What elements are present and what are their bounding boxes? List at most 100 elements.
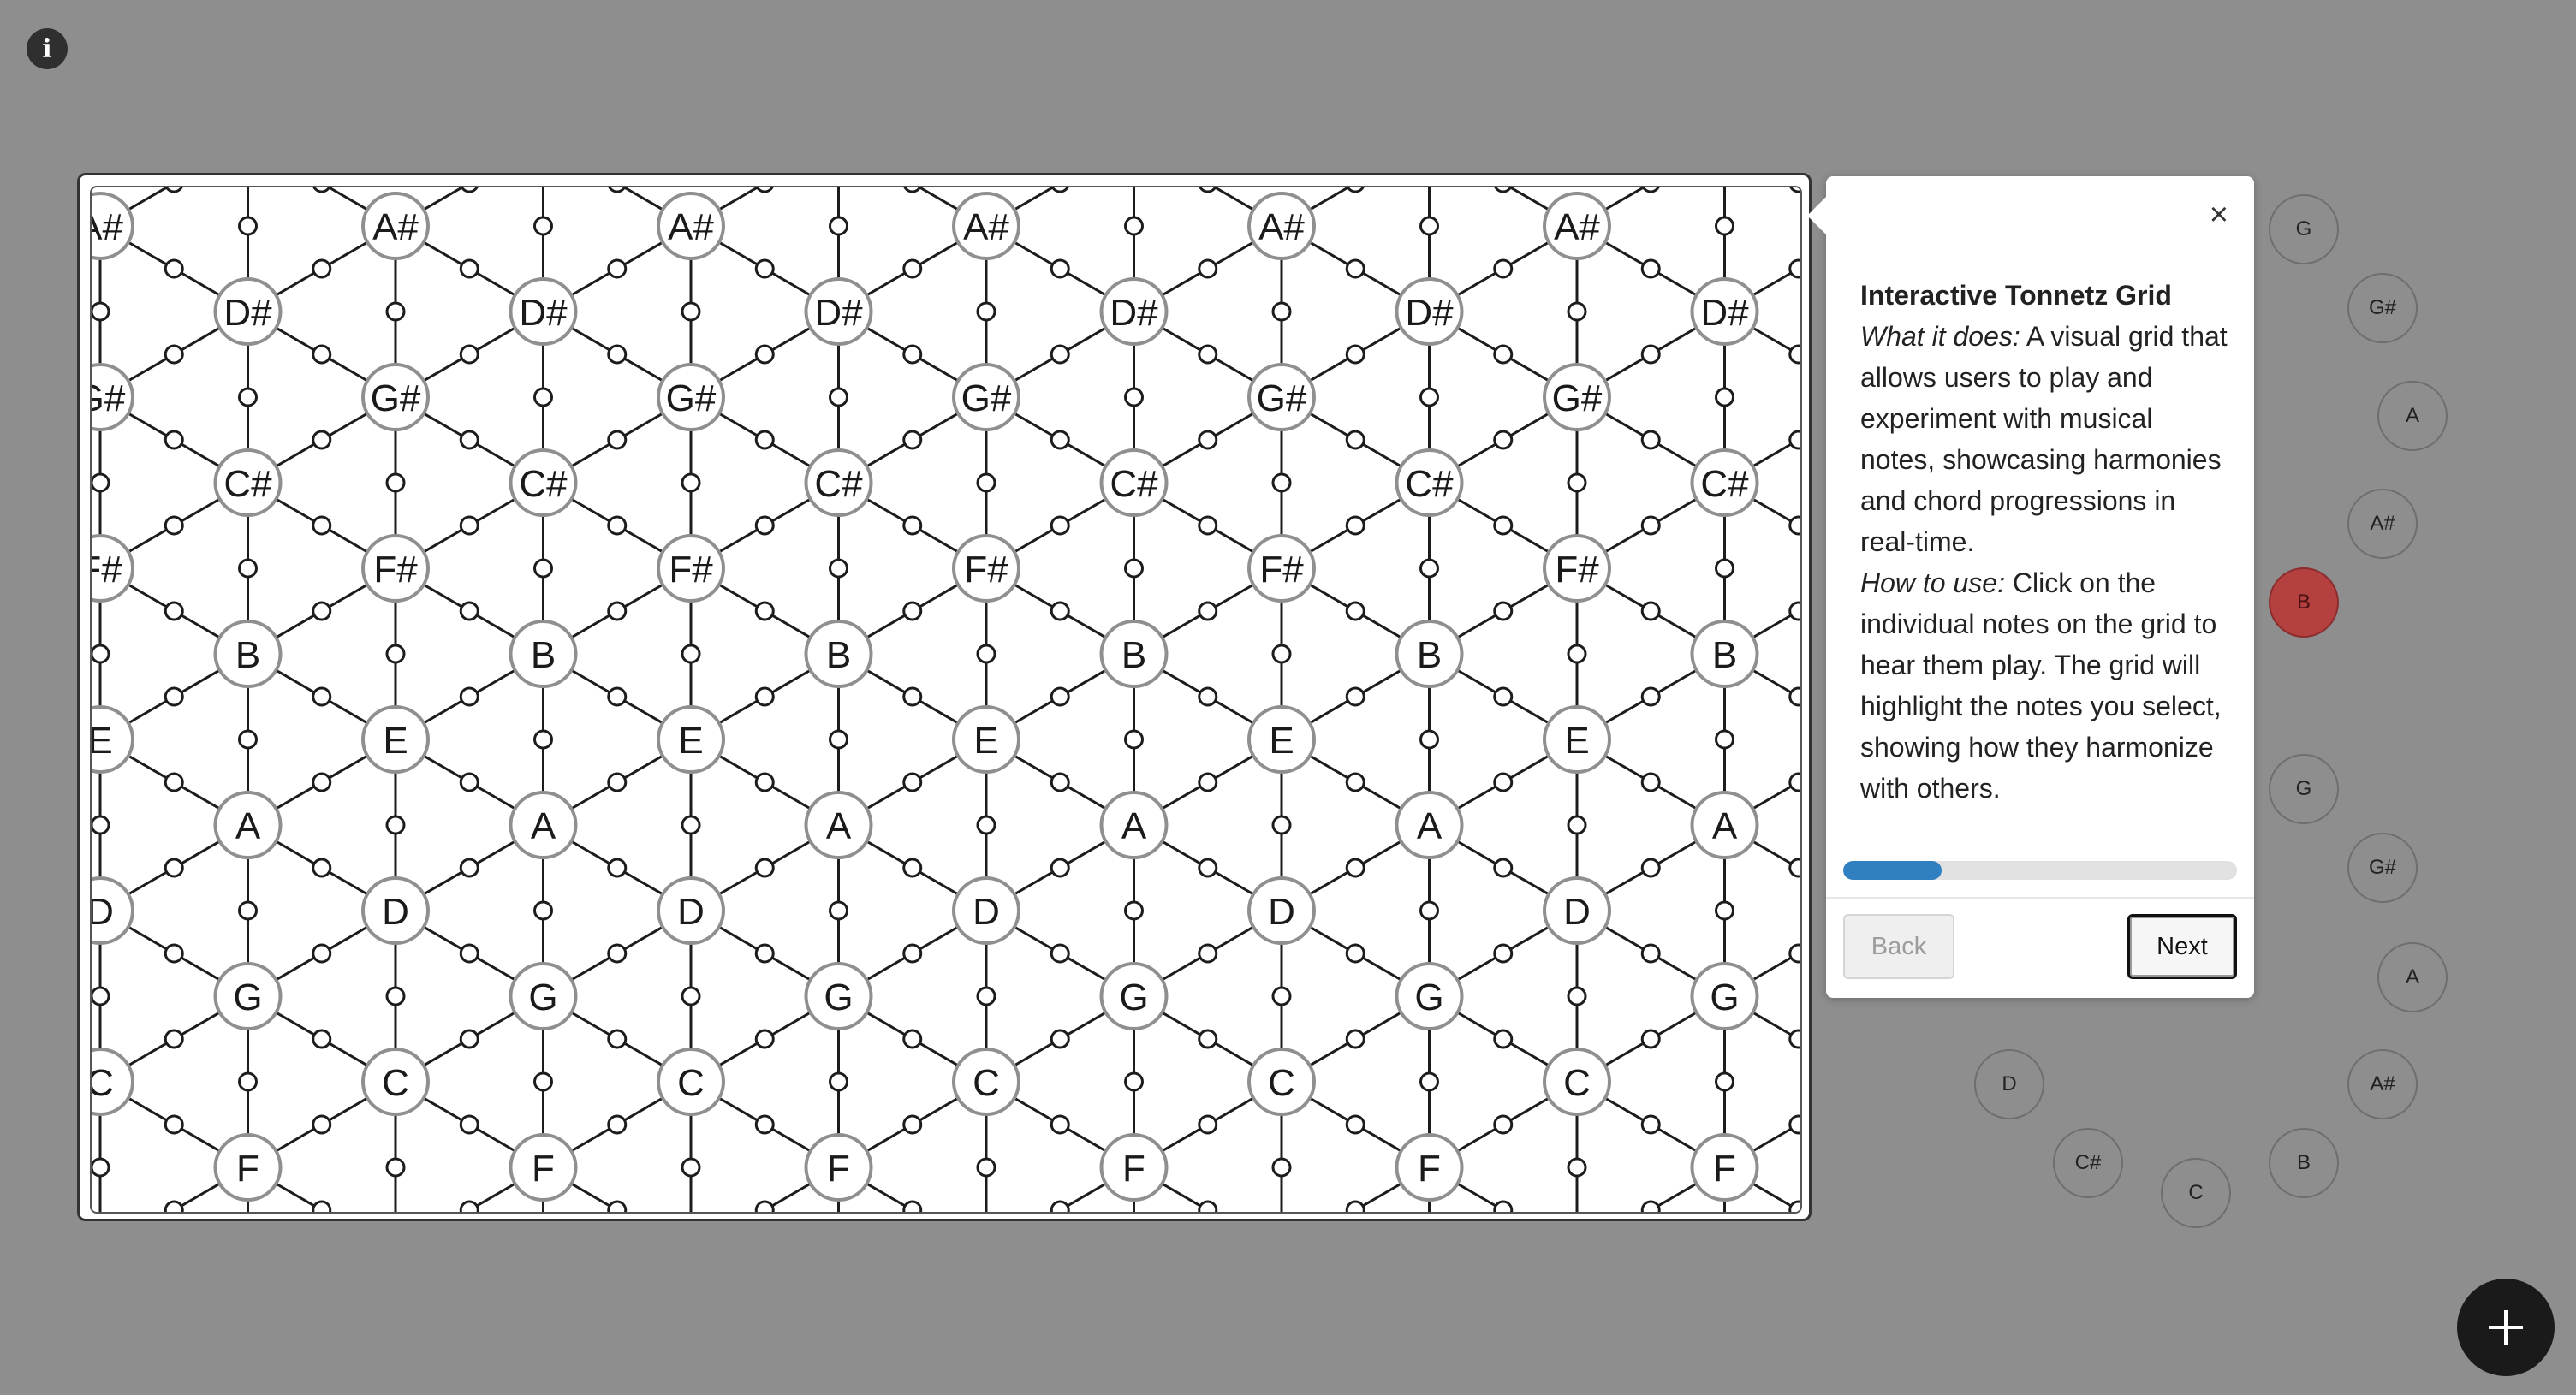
grid-note[interactable]: E bbox=[361, 705, 430, 774]
grid-note[interactable]: D bbox=[952, 876, 1020, 945]
grid-note[interactable]: G# bbox=[92, 363, 134, 431]
interval-handle[interactable] bbox=[1050, 1200, 1070, 1212]
interval-handle[interactable] bbox=[1124, 216, 1144, 236]
grid-note[interactable]: F bbox=[1395, 1133, 1464, 1202]
interval-handle[interactable] bbox=[976, 815, 996, 835]
interval-handle[interactable] bbox=[607, 1200, 628, 1212]
grid-note[interactable]: E bbox=[952, 705, 1020, 774]
wheel-note[interactable]: A bbox=[2377, 942, 2448, 1012]
wheel-note[interactable]: B bbox=[2269, 1128, 2339, 1198]
grid-note[interactable]: A bbox=[804, 791, 873, 859]
interval-handle[interactable] bbox=[533, 729, 553, 750]
back-button[interactable]: Back bbox=[1843, 914, 1954, 979]
interval-handle[interactable] bbox=[164, 686, 184, 707]
wheel-note[interactable]: G# bbox=[2347, 273, 2418, 343]
interval-handle[interactable] bbox=[754, 772, 775, 792]
interval-handle[interactable] bbox=[1493, 1029, 1514, 1049]
grid-note[interactable]: C# bbox=[213, 448, 283, 517]
grid-note[interactable]: G# bbox=[1543, 363, 1611, 431]
grid-note[interactable]: D bbox=[1543, 876, 1611, 945]
interval-handle[interactable] bbox=[459, 1200, 479, 1212]
interval-handle[interactable] bbox=[754, 1200, 775, 1212]
grid-note[interactable]: A# bbox=[1543, 192, 1611, 260]
interval-handle[interactable] bbox=[607, 1114, 628, 1135]
grid-note[interactable]: G# bbox=[1247, 363, 1316, 431]
grid-note[interactable]: C# bbox=[1099, 448, 1169, 517]
add-button[interactable] bbox=[2457, 1279, 2555, 1376]
interval-handle[interactable] bbox=[1271, 815, 1292, 835]
interval-handle[interactable] bbox=[1640, 430, 1661, 450]
interval-handle[interactable] bbox=[1640, 601, 1661, 621]
interval-handle[interactable] bbox=[902, 601, 923, 621]
wheel-note[interactable]: A bbox=[2377, 381, 2448, 451]
interval-handle[interactable] bbox=[754, 1029, 775, 1049]
grid-note[interactable]: G bbox=[1099, 962, 1169, 1030]
interval-handle[interactable] bbox=[1567, 644, 1587, 664]
interval-handle[interactable] bbox=[1788, 772, 1800, 792]
interval-handle[interactable] bbox=[902, 1029, 923, 1049]
grid-note[interactable]: A# bbox=[92, 192, 134, 260]
interval-handle[interactable] bbox=[976, 1157, 996, 1178]
interval-handle[interactable] bbox=[902, 943, 923, 964]
interval-handle[interactable] bbox=[312, 344, 332, 365]
grid-note[interactable]: C bbox=[92, 1048, 134, 1116]
grid-note[interactable]: D# bbox=[509, 277, 578, 346]
interval-handle[interactable] bbox=[755, 187, 774, 193]
wheel-note[interactable]: C bbox=[2161, 1158, 2231, 1228]
grid-note[interactable]: D# bbox=[1690, 277, 1759, 346]
grid-note[interactable]: B bbox=[213, 620, 283, 688]
grid-note[interactable]: E bbox=[1543, 705, 1611, 774]
interval-handle[interactable] bbox=[164, 1114, 184, 1135]
interval-handle[interactable] bbox=[976, 301, 996, 322]
grid-note[interactable]: B bbox=[1099, 620, 1169, 688]
grid-note[interactable]: C bbox=[1247, 1048, 1316, 1116]
interval-handle[interactable] bbox=[1345, 258, 1365, 279]
interval-handle[interactable] bbox=[92, 986, 110, 1006]
interval-handle[interactable] bbox=[312, 858, 332, 878]
interval-handle[interactable] bbox=[1567, 472, 1587, 493]
grid-note[interactable]: C bbox=[361, 1048, 430, 1116]
interval-handle[interactable] bbox=[1271, 301, 1292, 322]
interval-handle[interactable] bbox=[1788, 1114, 1800, 1135]
interval-handle[interactable] bbox=[1198, 686, 1218, 707]
interval-handle[interactable] bbox=[1124, 387, 1144, 407]
interval-handle[interactable] bbox=[164, 858, 184, 878]
interval-handle[interactable] bbox=[1788, 344, 1800, 365]
interval-handle[interactable] bbox=[1715, 216, 1734, 236]
interval-handle[interactable] bbox=[1345, 1200, 1365, 1212]
grid-note[interactable]: G# bbox=[952, 363, 1020, 431]
grid-note[interactable]: G# bbox=[361, 363, 430, 431]
interval-handle[interactable] bbox=[459, 344, 479, 365]
grid-note[interactable]: F bbox=[804, 1133, 873, 1202]
interval-handle[interactable] bbox=[1124, 729, 1144, 750]
info-button[interactable]: i bbox=[27, 28, 68, 69]
interval-handle[interactable] bbox=[312, 686, 332, 707]
interval-handle[interactable] bbox=[459, 772, 479, 792]
interval-handle[interactable] bbox=[459, 430, 479, 450]
interval-handle[interactable] bbox=[1198, 258, 1218, 279]
interval-handle[interactable] bbox=[1788, 430, 1800, 450]
wheel-note[interactable]: B bbox=[2269, 567, 2339, 638]
interval-handle[interactable] bbox=[754, 686, 775, 707]
interval-handle[interactable] bbox=[1493, 943, 1514, 964]
interval-handle[interactable] bbox=[976, 986, 996, 1006]
interval-handle[interactable] bbox=[1640, 772, 1661, 792]
grid-note[interactable]: C# bbox=[1690, 448, 1759, 517]
interval-handle[interactable] bbox=[1271, 986, 1292, 1006]
grid-note[interactable]: A bbox=[1099, 791, 1169, 859]
interval-handle[interactable] bbox=[238, 216, 258, 236]
interval-handle[interactable] bbox=[1567, 301, 1587, 322]
interval-handle[interactable] bbox=[312, 430, 332, 450]
grid-note[interactable]: C bbox=[1543, 1048, 1611, 1116]
interval-handle[interactable] bbox=[681, 644, 701, 664]
interval-handle[interactable] bbox=[1641, 187, 1660, 193]
interval-handle[interactable] bbox=[1050, 344, 1070, 365]
interval-handle[interactable] bbox=[607, 686, 628, 707]
interval-handle[interactable] bbox=[164, 187, 183, 193]
grid-note[interactable]: D bbox=[1247, 876, 1316, 945]
interval-handle[interactable] bbox=[164, 515, 184, 536]
grid-note[interactable]: A# bbox=[1247, 192, 1316, 260]
interval-handle[interactable] bbox=[1050, 601, 1070, 621]
grid-note[interactable]: G bbox=[509, 962, 578, 1030]
interval-handle[interactable] bbox=[1198, 515, 1218, 536]
